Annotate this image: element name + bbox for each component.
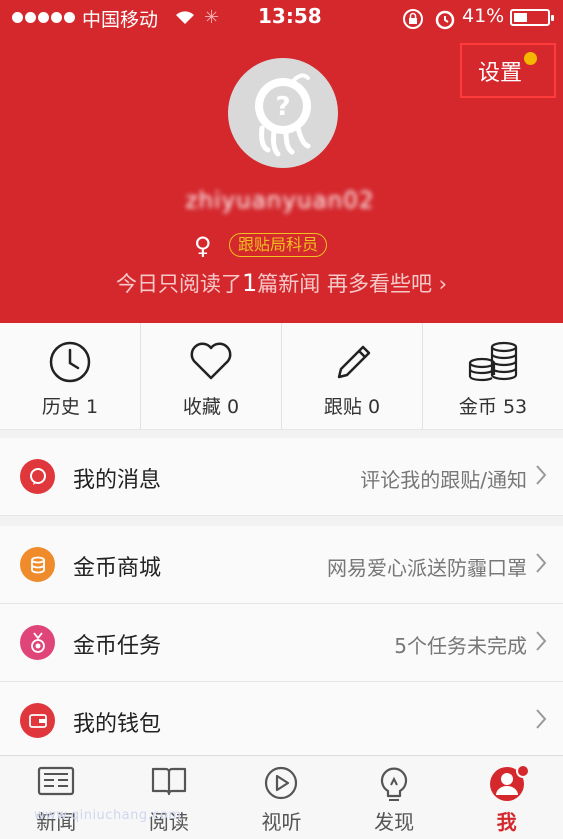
stat-label: 跟贴: [323, 396, 362, 418]
tab-me[interactable]: 我: [450, 756, 563, 839]
stats-row: 历史 1 收藏 0 跟贴 0 金币 53: [0, 323, 563, 430]
tab-reading[interactable]: 阅读: [113, 756, 226, 839]
stat-value: 0: [367, 396, 381, 418]
clock-time: 13:58: [258, 4, 322, 28]
tab-media[interactable]: 视听: [225, 756, 338, 839]
message-icon: [20, 459, 55, 494]
stat-favorites[interactable]: 收藏 0: [141, 323, 282, 429]
play-icon: [265, 766, 298, 800]
tab-label: 我: [496, 810, 517, 834]
chevron-right-icon: [536, 465, 547, 485]
menu-label: 我的消息: [73, 468, 162, 493]
menu-label: 金币任务: [73, 634, 162, 659]
battery-icon: [510, 9, 554, 26]
tab-discover[interactable]: 发现: [338, 756, 451, 839]
coin-store-icon: [20, 547, 55, 582]
heart-icon: [190, 342, 232, 380]
rotation-lock-icon: [403, 9, 423, 29]
avatar[interactable]: ?: [228, 58, 338, 168]
tab-label: 发现: [374, 810, 415, 834]
menu-item-messages[interactable]: 我的消息 评论我的跟贴/通知: [0, 438, 563, 516]
tab-bar: 新闻 阅读 视听 发现 我: [0, 755, 563, 839]
book-icon: [151, 767, 186, 796]
chevron-right-icon: [536, 709, 547, 729]
chevron-right-icon: [536, 553, 547, 573]
profile-header: 中国移动 ✳ 13:58 41% 设置 ? zhiyuanyuan02 ♀ 跟贴…: [0, 0, 563, 323]
stat-coins[interactable]: 金币 53: [423, 323, 563, 429]
stat-value: 0: [226, 396, 240, 418]
default-avatar-icon: ?: [255, 73, 311, 157]
menu-label: 金币商城: [73, 556, 162, 581]
menu-item-wallet[interactable]: 我的钱包: [0, 682, 563, 760]
wifi-icon: [176, 11, 194, 24]
reading-count: 1: [241, 269, 258, 297]
female-gender-icon: ♀: [194, 232, 212, 260]
news-icon: [38, 766, 75, 796]
stat-comments[interactable]: 跟贴 0: [282, 323, 423, 429]
watermark: www.qiniuchang.com: [34, 808, 182, 823]
menu-detail: 网易爱心派送防霾口罩: [327, 556, 527, 580]
me-notification-dot: [516, 764, 531, 778]
stat-label: 收藏: [182, 396, 221, 418]
menu-detail: 5个任务未完成: [394, 634, 527, 658]
menu-item-coin-store[interactable]: 金币商城 网易爱心派送防霾口罩: [0, 526, 563, 604]
menu-detail: 评论我的跟贴/通知: [360, 468, 527, 492]
coins-icon: [468, 341, 518, 382]
activity-spinner-icon: ✳: [204, 7, 220, 28]
medal-icon: [20, 625, 55, 660]
stat-label: 金币: [458, 396, 497, 418]
reading-tip[interactable]: 今日只阅读了1篇新闻 再多看些吧 ›: [0, 268, 563, 298]
chevron-right-icon: [536, 631, 547, 651]
stat-value: 1: [85, 396, 99, 418]
svg-text:?: ?: [275, 92, 290, 122]
battery-percent: 41%: [462, 5, 505, 27]
stat-label: 历史: [41, 396, 80, 418]
bulb-icon: [381, 767, 408, 801]
tab-news[interactable]: 新闻: [0, 756, 113, 839]
clock-icon: [49, 341, 91, 383]
tab-label: 视听: [261, 810, 302, 834]
rank-badge[interactable]: 跟贴局科员: [229, 233, 328, 257]
reading-tip-suffix: 篇新闻 再多看些吧 ›: [257, 272, 448, 296]
stat-history[interactable]: 历史 1: [0, 323, 141, 429]
wallet-icon: [20, 703, 55, 738]
alarm-icon: [435, 10, 455, 30]
stat-value: 53: [502, 396, 528, 418]
username: zhiyuanyuan02: [185, 188, 375, 214]
menu-label: 我的钱包: [73, 712, 162, 737]
settings-notification-dot: [524, 52, 537, 65]
menu-item-coin-tasks[interactable]: 金币任务 5个任务未完成: [0, 604, 563, 682]
status-bar: 中国移动 ✳ 13:58 41%: [0, 0, 563, 36]
carrier-name: 中国移动: [82, 9, 159, 31]
reading-tip-prefix: 今日只阅读了: [115, 272, 242, 296]
pencil-icon: [337, 345, 371, 379]
settings-button[interactable]: 设置: [478, 55, 522, 87]
signal-strength-icon: [12, 12, 75, 23]
